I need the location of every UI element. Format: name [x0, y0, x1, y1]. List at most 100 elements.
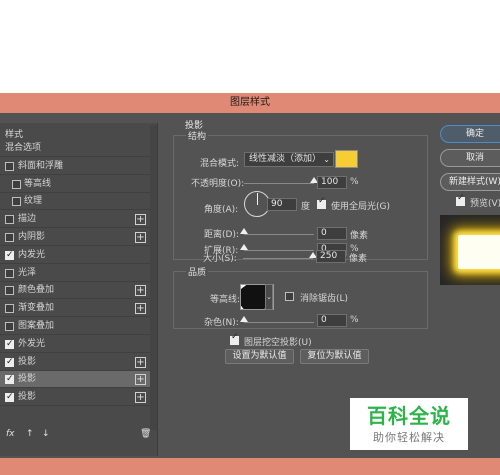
- move-down-icon[interactable]: ↓: [42, 429, 50, 439]
- styles-header[interactable]: 样式: [5, 127, 23, 140]
- chevron-down-icon: ⌄: [323, 155, 330, 164]
- blend-mode-value: 线性减淡（添加）: [249, 154, 322, 164]
- title-bar: 图层样式: [0, 93, 500, 113]
- opacity-unit: %: [350, 177, 359, 187]
- structure-group: 结构 混合模式: 线性减淡（添加） ⌄ 不透明度(O): 100 % 角度(A)…: [173, 129, 428, 260]
- style-list-item[interactable]: 描边 +: [0, 211, 150, 229]
- opacity-input[interactable]: 100: [317, 176, 347, 189]
- new-style-button[interactable]: 新建样式(W): [440, 173, 500, 191]
- size-label: 大小(S):: [203, 254, 237, 264]
- style-list-item[interactable]: 投影 +: [0, 389, 150, 407]
- style-item-label: 投影: [18, 356, 37, 367]
- opacity-value: 100: [321, 177, 339, 187]
- style-item-label: 内发光: [18, 249, 46, 260]
- style-item-label: 光泽: [18, 267, 37, 278]
- add-effect-icon[interactable]: +: [135, 285, 146, 297]
- styles-bottom-toolbar: fx ↑ ↓ 🗑: [4, 429, 154, 443]
- styles-list-panel: 样式 混合选项斜面和浮雕等高线纹理描边 + 内阴影 + 内发光光泽颜色叠加 + 渐变叠加 + 图…: [0, 123, 158, 456]
- style-list-item[interactable]: 图案叠加: [0, 318, 150, 335]
- style-checkbox[interactable]: [5, 161, 14, 171]
- style-checkbox[interactable]: [5, 322, 14, 331]
- style-item-label: 投影: [18, 374, 37, 385]
- style-checkbox[interactable]: [5, 304, 14, 314]
- make-default-button[interactable]: 设置为默认值: [225, 349, 294, 364]
- style-checkbox[interactable]: [5, 336, 14, 353]
- angle-input[interactable]: 90: [267, 198, 297, 211]
- style-list-item[interactable]: 投影 +: [0, 354, 150, 371]
- size-input[interactable]: 250: [316, 250, 346, 263]
- add-effect-icon[interactable]: +: [135, 392, 146, 404]
- opacity-label: 不透明度(O):: [191, 179, 245, 189]
- knockout-checkbox[interactable]: [230, 332, 239, 345]
- noise-value: 0: [321, 315, 327, 325]
- style-list-item[interactable]: 投影 +: [0, 371, 150, 389]
- spread-slider[interactable]: [244, 250, 314, 251]
- preview-checkbox[interactable]: [456, 193, 465, 206]
- style-list-item[interactable]: 内发光: [0, 247, 150, 264]
- make-default-label: 设置为默认值: [232, 351, 287, 361]
- contour-dropdown[interactable]: ⌄: [265, 284, 273, 310]
- shadow-color-swatch[interactable]: [335, 150, 358, 168]
- style-list-item[interactable]: 颜色叠加 +: [0, 282, 150, 300]
- style-checkbox[interactable]: [5, 389, 14, 406]
- add-effect-icon[interactable]: +: [135, 374, 146, 386]
- style-item-label: 等高线: [24, 178, 52, 189]
- watermark-sub-text: 助你轻松解决: [373, 431, 445, 444]
- global-light-checkbox[interactable]: [317, 196, 326, 209]
- fx-icon[interactable]: fx: [6, 429, 15, 439]
- style-preview-thumbnail: [440, 215, 500, 285]
- knockout-label: 图层挖空投影(U): [244, 338, 312, 348]
- move-up-icon[interactable]: ↑: [26, 429, 34, 439]
- style-item-label: 斜面和浮雕: [18, 160, 64, 171]
- quality-group: 品质 等高线: ⌄ 消除锯齿(L) 杂色(N): 0 %: [173, 265, 428, 329]
- style-checkbox[interactable]: [5, 268, 14, 278]
- cancel-button[interactable]: 取消: [440, 149, 500, 167]
- distance-unit: 像素: [350, 231, 369, 241]
- trash-icon[interactable]: 🗑: [140, 429, 151, 439]
- ok-button[interactable]: 确定: [440, 125, 500, 143]
- preview-label: 预览(V): [470, 199, 500, 209]
- style-list-item[interactable]: 等高线: [0, 176, 150, 193]
- blend-mode-select[interactable]: 线性减淡（添加） ⌄: [244, 152, 334, 167]
- reset-default-button[interactable]: 复位为默认值: [300, 349, 369, 364]
- noise-slider-knob[interactable]: [240, 316, 248, 322]
- opacity-slider[interactable]: [244, 183, 314, 184]
- style-checkbox[interactable]: [12, 197, 21, 207]
- angle-unit: 度: [301, 202, 311, 212]
- distance-value: 0: [321, 228, 327, 238]
- structure-title: 结构: [186, 129, 209, 142]
- size-slider[interactable]: [243, 258, 313, 259]
- distance-slider-knob[interactable]: [240, 228, 248, 234]
- style-checkbox[interactable]: [5, 354, 14, 371]
- preview-glow-box: [458, 235, 500, 269]
- style-list-item[interactable]: 斜面和浮雕: [0, 158, 150, 175]
- add-effect-icon[interactable]: +: [135, 303, 146, 315]
- add-effect-icon[interactable]: +: [135, 356, 146, 368]
- style-list-item[interactable]: 光泽: [0, 265, 150, 282]
- distance-input[interactable]: 0: [317, 227, 347, 240]
- style-checkbox[interactable]: [5, 215, 14, 225]
- distance-slider[interactable]: [244, 234, 314, 235]
- style-checkbox[interactable]: [5, 233, 14, 242]
- spread-slider-knob[interactable]: [240, 244, 248, 250]
- styles-scrollbar[interactable]: [150, 125, 157, 430]
- ok-label: 确定: [465, 129, 484, 139]
- add-effect-icon[interactable]: +: [135, 214, 146, 226]
- style-list-item[interactable]: 渐变叠加 +: [0, 300, 150, 318]
- style-checkbox[interactable]: [5, 247, 14, 264]
- noise-input[interactable]: 0: [317, 314, 347, 327]
- antialias-checkbox[interactable]: [285, 292, 294, 301]
- style-item-label: 图案叠加: [18, 321, 55, 331]
- style-checkbox[interactable]: [5, 286, 14, 296]
- style-list-item[interactable]: 混合选项: [0, 140, 150, 157]
- dialog-title: 图层样式: [230, 97, 270, 108]
- style-checkbox[interactable]: [12, 179, 21, 189]
- style-list-item[interactable]: 纹理: [0, 193, 150, 211]
- style-checkbox[interactable]: [5, 371, 14, 388]
- style-list-item[interactable]: 内阴影 +: [0, 229, 150, 246]
- noise-slider[interactable]: [244, 322, 314, 323]
- add-effect-icon[interactable]: +: [135, 232, 146, 243]
- style-item-label: 内阴影: [18, 232, 46, 242]
- style-list-item[interactable]: 外发光: [0, 336, 150, 353]
- contour-label: 等高线:: [210, 295, 241, 305]
